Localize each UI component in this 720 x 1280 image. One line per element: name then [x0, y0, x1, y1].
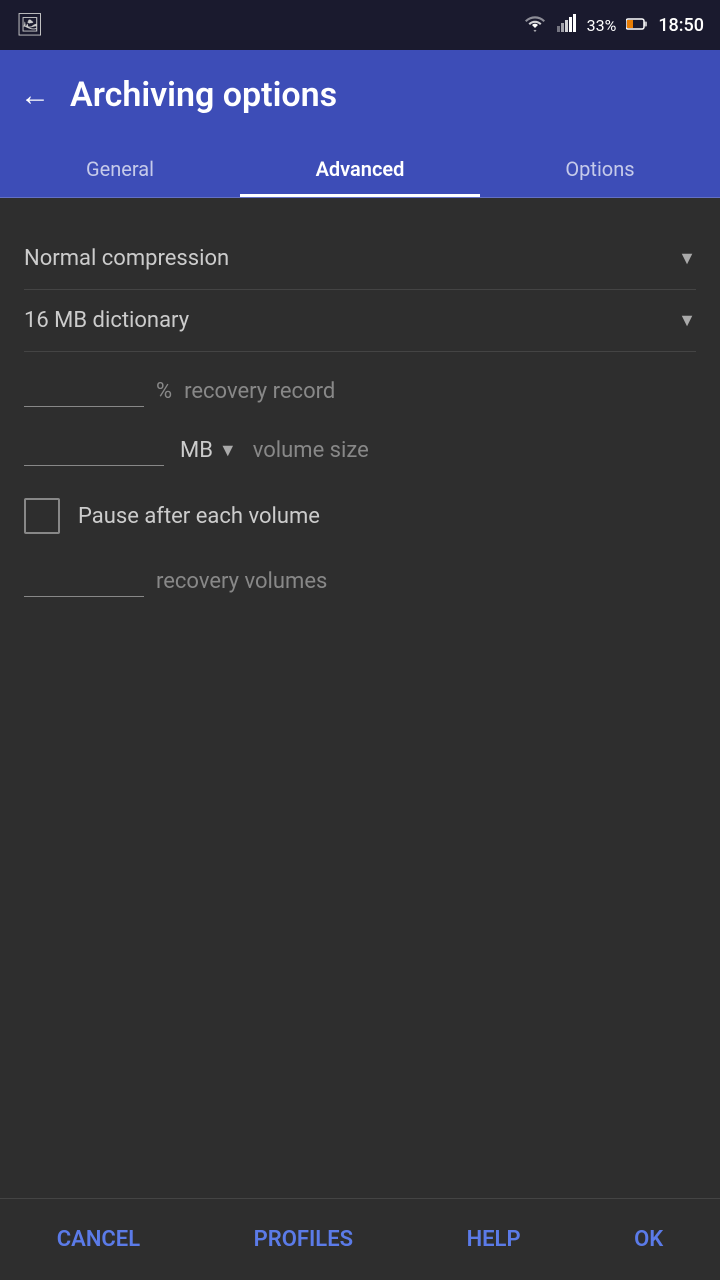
- unit-label: MB: [180, 438, 213, 463]
- tab-advanced[interactable]: Advanced: [240, 140, 480, 197]
- pause-label: Pause after each volume: [78, 504, 320, 529]
- volume-size-row: MB ▼ volume size: [24, 415, 696, 474]
- image-icon: 🖼: [16, 13, 44, 38]
- battery-icon: [626, 16, 648, 35]
- percent-label: %: [156, 379, 172, 404]
- dictionary-label: 16 MB dictionary: [24, 308, 189, 333]
- recovery-record-input[interactable]: [24, 376, 144, 407]
- clock: 18:50: [658, 15, 704, 36]
- compression-dropdown[interactable]: Normal compression ▼: [24, 228, 696, 290]
- compression-arrow-icon: ▼: [678, 248, 696, 269]
- volume-size-input[interactable]: [24, 435, 164, 466]
- recovery-volumes-input[interactable]: [24, 566, 144, 597]
- volume-size-label: volume size: [253, 438, 369, 463]
- tab-options[interactable]: Options: [480, 140, 720, 197]
- pause-checkbox[interactable]: [24, 498, 60, 534]
- dictionary-arrow-icon: ▼: [678, 310, 696, 331]
- content-area: Normal compression ▼ 16 MB dictionary ▼ …: [0, 198, 720, 643]
- recovery-record-row: % recovery record: [24, 352, 696, 415]
- signal-icon: [557, 14, 577, 36]
- cancel-button[interactable]: CANCEL: [37, 1217, 160, 1262]
- dictionary-dropdown[interactable]: 16 MB dictionary ▼: [24, 290, 696, 352]
- wifi-icon: [523, 14, 547, 36]
- tab-general[interactable]: General: [0, 140, 240, 197]
- page-title: Archiving options: [70, 75, 337, 115]
- compression-label: Normal compression: [24, 246, 229, 271]
- pause-checkbox-row[interactable]: Pause after each volume: [24, 474, 696, 558]
- ok-button[interactable]: OK: [614, 1217, 683, 1262]
- unit-dropdown[interactable]: MB ▼: [180, 438, 237, 463]
- header: ← Archiving options: [0, 50, 720, 140]
- help-button[interactable]: HELP: [447, 1217, 541, 1262]
- recovery-record-label: recovery record: [184, 379, 335, 404]
- back-button[interactable]: ←: [20, 78, 50, 113]
- tab-bar: General Advanced Options: [0, 140, 720, 198]
- recovery-volumes-label: recovery volumes: [156, 569, 327, 594]
- unit-arrow-icon: ▼: [219, 440, 237, 461]
- status-bar: 🖼 33% 18: [0, 0, 720, 50]
- profiles-button[interactable]: PROFILES: [234, 1217, 373, 1262]
- battery-status: 33%: [587, 16, 617, 35]
- recovery-volumes-row: recovery volumes: [24, 558, 696, 613]
- status-icons: 33% 18:50: [523, 14, 704, 36]
- bottom-bar: CANCEL PROFILES HELP OK: [0, 1198, 720, 1280]
